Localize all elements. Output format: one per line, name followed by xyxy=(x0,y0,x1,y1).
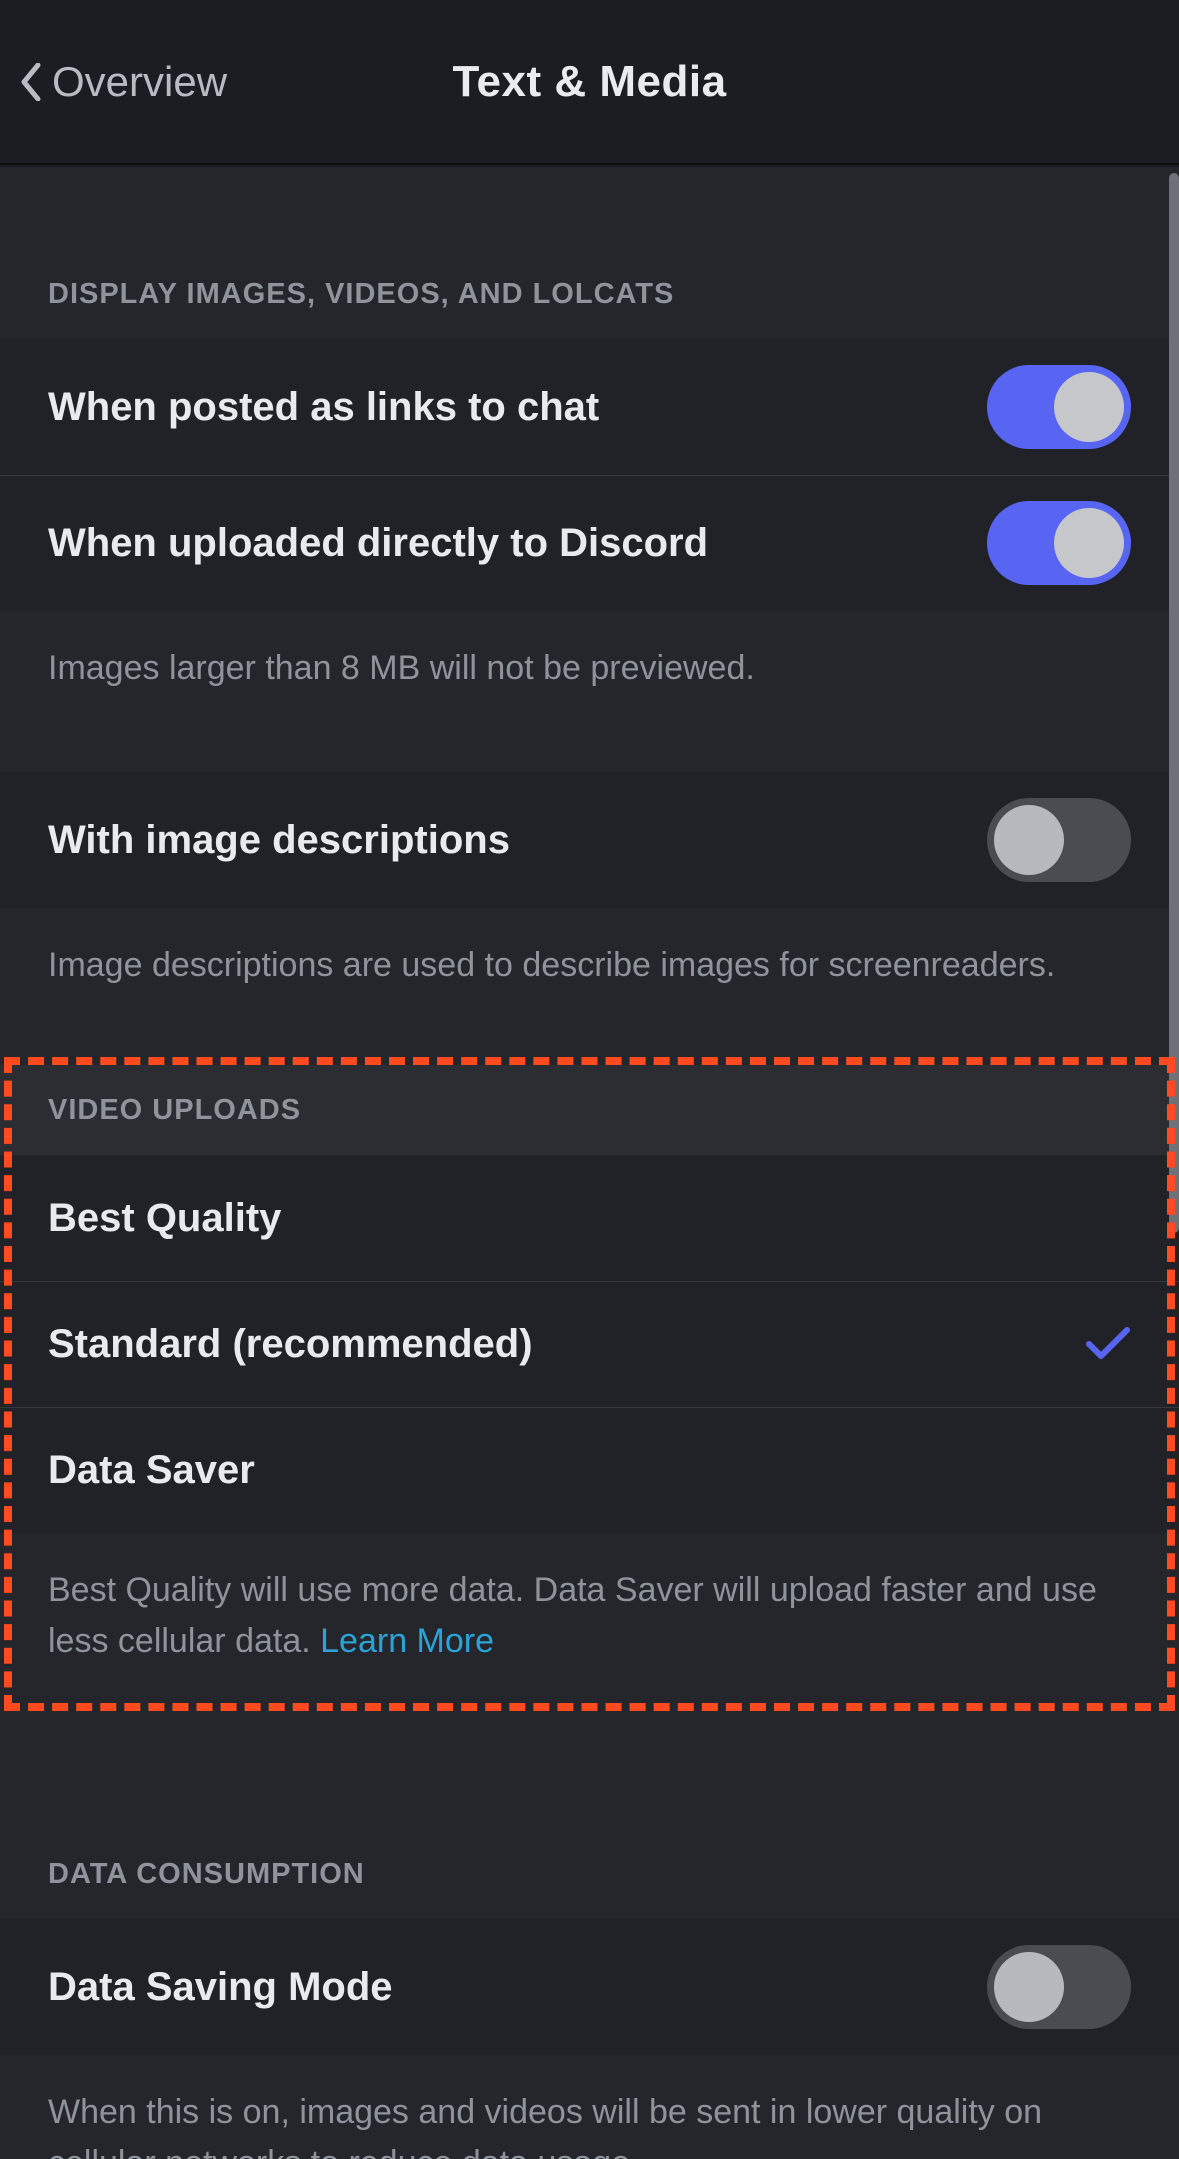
note-preview-limit: Images larger than 8 MB will not be prev… xyxy=(0,611,1179,734)
toggle-uploaded-directly[interactable] xyxy=(987,501,1131,585)
back-label: Overview xyxy=(52,58,227,106)
row-label: When uploaded directly to Discord xyxy=(48,521,708,566)
screen: Overview Text & Media DISPLAY IMAGES, VI… xyxy=(0,0,1179,2159)
spacer xyxy=(0,1707,1179,1857)
note-data-saving: When this is on, images and videos will … xyxy=(0,2055,1179,2159)
option-best-quality[interactable]: Best Quality xyxy=(0,1155,1179,1281)
option-label: Best Quality xyxy=(48,1196,281,1241)
section-header-video-uploads: VIDEO UPLOADS xyxy=(0,1065,1179,1155)
page-title: Text & Media xyxy=(452,57,726,107)
section-title: VIDEO UPLOADS xyxy=(48,1094,301,1127)
display-group-1: When posted as links to chat When upload… xyxy=(0,339,1179,611)
toggle-knob xyxy=(1054,372,1124,442)
data-consumption-group: Data Saving Mode xyxy=(0,1919,1179,2055)
section-title: DATA CONSUMPTION xyxy=(48,1858,365,1891)
note-video-uploads: Best Quality will use more data. Data Sa… xyxy=(0,1533,1179,1707)
spacer xyxy=(0,1031,1179,1065)
row-links-to-chat[interactable]: When posted as links to chat xyxy=(0,339,1179,475)
toggle-knob xyxy=(994,1952,1064,2022)
section-title: DISPLAY IMAGES, VIDEOS, AND LOLCATS xyxy=(48,278,674,311)
option-standard[interactable]: Standard (recommended) xyxy=(0,1281,1179,1407)
note-image-descriptions: Image descriptions are used to describe … xyxy=(0,908,1179,1031)
row-label: With image descriptions xyxy=(48,818,510,863)
spacer xyxy=(0,734,1179,772)
toggle-links-to-chat[interactable] xyxy=(987,365,1131,449)
note-text: Best Quality will use more data. Data Sa… xyxy=(48,1571,1097,1660)
row-image-descriptions[interactable]: With image descriptions xyxy=(0,772,1179,908)
option-label: Data Saver xyxy=(48,1448,255,1493)
scrollbar[interactable] xyxy=(1169,173,1179,1233)
option-label: Standard (recommended) xyxy=(48,1322,533,1367)
spacer xyxy=(0,167,1179,277)
row-data-saving-mode[interactable]: Data Saving Mode xyxy=(0,1919,1179,2055)
video-uploads-options: Best Quality Standard (recommended) Data… xyxy=(0,1155,1179,1533)
chevron-left-icon xyxy=(20,63,42,101)
header-bar: Overview Text & Media xyxy=(0,0,1179,165)
section-header-display: DISPLAY IMAGES, VIDEOS, AND LOLCATS xyxy=(0,277,1179,339)
toggle-image-descriptions[interactable] xyxy=(987,798,1131,882)
display-group-2: With image descriptions xyxy=(0,772,1179,908)
row-label: When posted as links to chat xyxy=(48,385,599,430)
option-data-saver[interactable]: Data Saver xyxy=(0,1407,1179,1533)
row-uploaded-directly[interactable]: When uploaded directly to Discord xyxy=(0,475,1179,611)
content-scroll[interactable]: DISPLAY IMAGES, VIDEOS, AND LOLCATS When… xyxy=(0,167,1179,2159)
learn-more-link[interactable]: Learn More xyxy=(320,1622,494,1660)
row-label: Data Saving Mode xyxy=(48,1965,393,2010)
toggle-data-saving-mode[interactable] xyxy=(987,1945,1131,2029)
section-header-data-consumption: DATA CONSUMPTION xyxy=(0,1857,1179,1919)
back-button[interactable]: Overview xyxy=(20,0,227,163)
toggle-knob xyxy=(994,805,1064,875)
checkmark-icon xyxy=(1085,1326,1131,1362)
toggle-knob xyxy=(1054,508,1124,578)
